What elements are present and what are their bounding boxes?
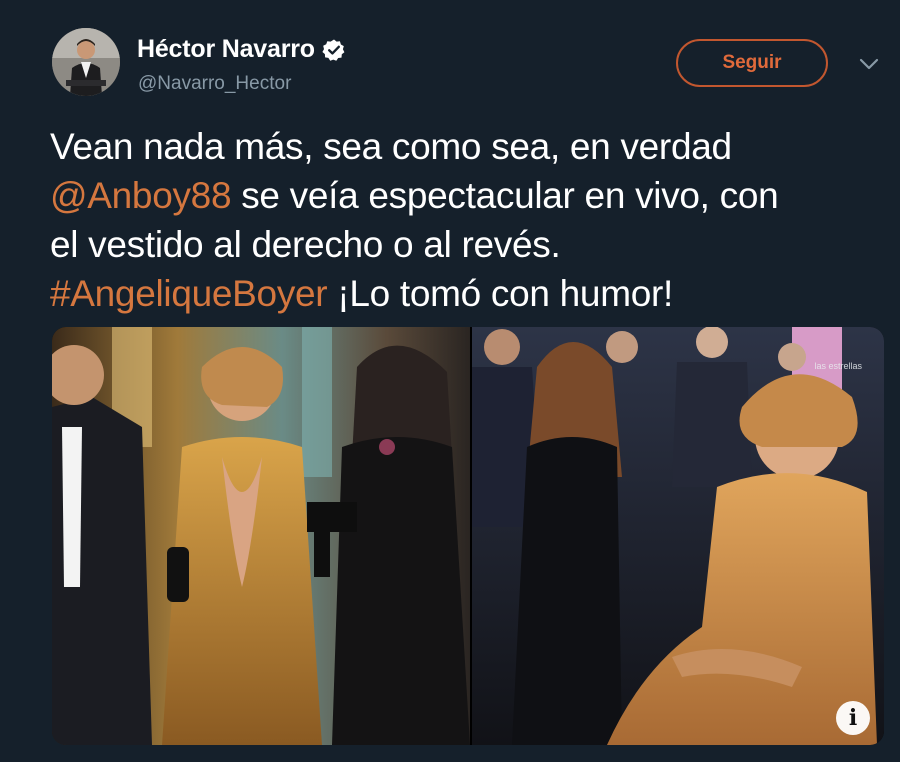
tweet-text: Vean nada más, sea como sea, en verdad @… bbox=[50, 122, 880, 318]
tweet-line-text: se veía espectacular en vivo, con bbox=[231, 175, 779, 216]
verified-badge-icon bbox=[322, 39, 345, 61]
tweet-card: Héctor Navarro @Navarro_Hector Seguir Ve… bbox=[0, 0, 900, 762]
media-photo-red-carpet[interactable] bbox=[52, 327, 470, 745]
tweet-line: Vean nada más, sea como sea, en verdad bbox=[50, 126, 732, 167]
avatar[interactable] bbox=[52, 28, 120, 96]
tweet-media[interactable]: las estrellas i bbox=[52, 327, 884, 745]
mention-link[interactable]: @Anboy88 bbox=[50, 175, 232, 216]
display-name-text: Héctor Navarro bbox=[137, 35, 315, 63]
info-icon[interactable]: i bbox=[836, 701, 870, 735]
tweet-line: el vestido al derecho o al revés. bbox=[50, 224, 561, 265]
tweet-line-text: ¡Lo tomó con humor! bbox=[327, 273, 673, 314]
media-photo-audience[interactable]: las estrellas i bbox=[472, 327, 884, 745]
user-handle[interactable]: @Navarro_Hector bbox=[138, 73, 291, 95]
hashtag-link[interactable]: #AngeliqueBoyer bbox=[50, 273, 328, 314]
display-name[interactable]: Héctor Navarro bbox=[137, 35, 346, 64]
follow-button[interactable]: Seguir bbox=[676, 39, 828, 87]
chevron-down-icon[interactable] bbox=[858, 56, 880, 72]
avatar-image bbox=[52, 28, 120, 96]
tweet-line: @Anboy88 se veía espectacular en vivo, c… bbox=[50, 171, 880, 220]
tweet-line: #AngeliqueBoyer ¡Lo tomó con humor! bbox=[50, 269, 880, 318]
channel-watermark: las estrellas bbox=[814, 361, 862, 371]
photo-red-carpet bbox=[52, 327, 470, 745]
photo-audience bbox=[472, 327, 884, 745]
